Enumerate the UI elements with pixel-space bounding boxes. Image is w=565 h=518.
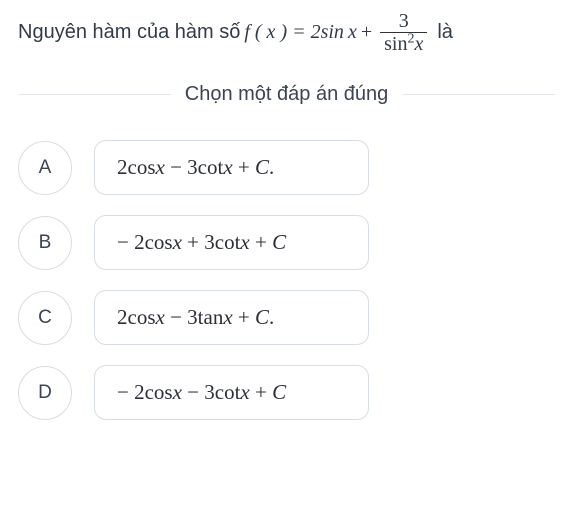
- option-c[interactable]: C2cosx − 3tanx + C.: [18, 290, 555, 345]
- option-answer-b[interactable]: − 2cosx + 3cotx + C: [94, 215, 369, 270]
- expr-mid: − 3tan: [165, 305, 224, 329]
- option-letter-a[interactable]: A: [18, 141, 72, 195]
- question-prefix: Nguyên hàm của hàm số: [18, 21, 240, 44]
- fraction-denominator: sin2x: [380, 32, 427, 55]
- expr-C: C: [255, 305, 269, 329]
- question-plus: +: [361, 21, 372, 44]
- expr-pre: 2cos: [117, 305, 156, 329]
- option-answer-c[interactable]: 2cosx − 3tanx + C.: [94, 290, 369, 345]
- question-fraction: 3 sin2x: [380, 10, 427, 55]
- expr-post: +: [233, 305, 255, 329]
- instruction-row: Chọn một đáp án đúng: [18, 83, 555, 106]
- expr-C: C: [272, 380, 286, 404]
- option-answer-d[interactable]: − 2cosx − 3cotx + C: [94, 365, 369, 420]
- expr-dot: .: [269, 155, 274, 179]
- question-trail: là: [437, 21, 453, 44]
- question-func-left: f ( x ) = 2sin: [244, 21, 344, 44]
- option-d[interactable]: D − 2cosx − 3cotx + C: [18, 365, 555, 420]
- expr-post: +: [250, 230, 272, 254]
- expr-mid: − 3cot: [165, 155, 224, 179]
- den-sin: sin: [384, 33, 407, 55]
- expr-x1: x: [173, 230, 182, 254]
- expr-x2: x: [240, 230, 249, 254]
- question-text: Nguyên hàm của hàm số f ( x ) = 2sinx + …: [18, 10, 555, 55]
- option-letter-d[interactable]: D: [18, 366, 72, 420]
- option-b[interactable]: B − 2cosx + 3cotx + C: [18, 215, 555, 270]
- expr-x1: x: [156, 155, 165, 179]
- expr-x2: x: [223, 155, 232, 179]
- option-letter-b[interactable]: B: [18, 216, 72, 270]
- divider-left: [18, 94, 171, 95]
- expr-pre: − 2cos: [117, 230, 173, 254]
- expr-pre: 2cos: [117, 155, 156, 179]
- expr-mid: − 3cot: [182, 380, 241, 404]
- fraction-numerator: 3: [395, 10, 413, 32]
- question-var1: x: [348, 21, 357, 44]
- expr-mid: + 3cot: [182, 230, 241, 254]
- expr-x1: x: [173, 380, 182, 404]
- option-letter-c[interactable]: C: [18, 291, 72, 345]
- options-list: A2cosx − 3cotx + C.B − 2cosx + 3cotx + C…: [18, 140, 555, 420]
- expr-C: C: [255, 155, 269, 179]
- instruction-text: Chọn một đáp án đúng: [171, 83, 403, 106]
- expr-dot: .: [269, 305, 274, 329]
- expr-C: C: [272, 230, 286, 254]
- den-x: x: [414, 33, 423, 55]
- divider-right: [402, 94, 555, 95]
- expr-x2: x: [223, 305, 232, 329]
- expr-post: +: [250, 380, 272, 404]
- expr-post: +: [233, 155, 255, 179]
- option-answer-a[interactable]: 2cosx − 3cotx + C.: [94, 140, 369, 195]
- expr-x2: x: [240, 380, 249, 404]
- expr-x1: x: [156, 305, 165, 329]
- option-a[interactable]: A2cosx − 3cotx + C.: [18, 140, 555, 195]
- expr-pre: − 2cos: [117, 380, 173, 404]
